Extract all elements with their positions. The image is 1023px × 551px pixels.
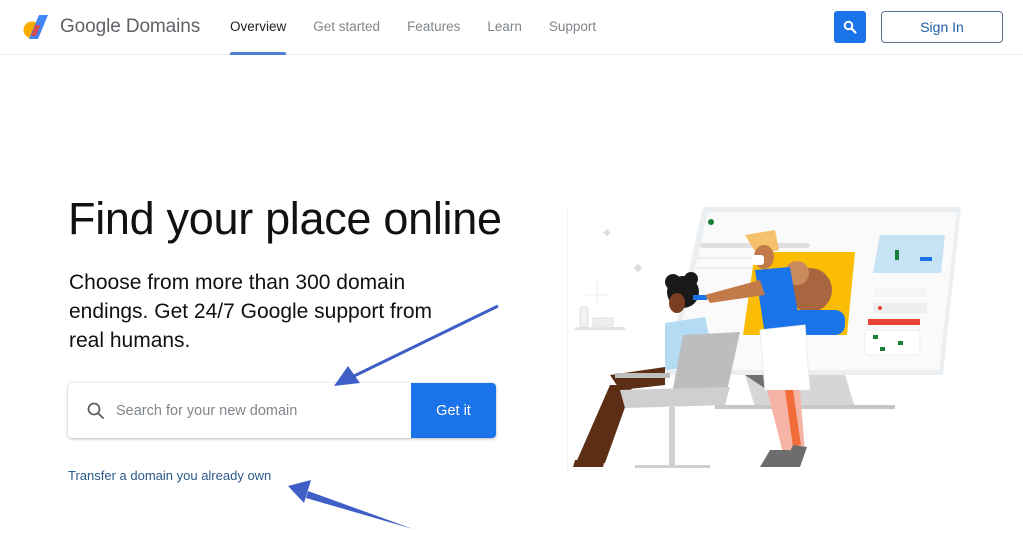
nav-get-started[interactable]: Get started xyxy=(313,0,380,55)
nav-support[interactable]: Support xyxy=(549,0,596,55)
hero-title: Find your place online xyxy=(68,193,502,244)
search-icon xyxy=(843,20,857,34)
domain-search-box: Get it xyxy=(68,383,496,438)
search-icon xyxy=(87,402,104,419)
nav-overview[interactable]: Overview xyxy=(230,0,287,55)
domain-search-input[interactable] xyxy=(116,383,406,438)
brand-name[interactable]: Google Domains xyxy=(60,16,200,38)
google-domains-logo-icon[interactable] xyxy=(22,13,52,41)
header-search-button[interactable] xyxy=(834,11,866,43)
main-nav: Overview Get started Features Learn Supp… xyxy=(230,0,623,55)
hero-subtitle: Choose from more than 300 domain endings… xyxy=(69,271,433,352)
nav-features[interactable]: Features xyxy=(407,0,460,55)
transfer-domain-link[interactable]: Transfer a domain you already own xyxy=(68,468,271,483)
sign-in-button[interactable]: Sign In xyxy=(881,11,1003,43)
get-it-button[interactable]: Get it xyxy=(411,383,496,438)
arrow-to-transfer-link xyxy=(288,480,413,529)
hero-illustration xyxy=(567,205,961,475)
nav-learn[interactable]: Learn xyxy=(487,0,522,55)
top-header: Google Domains Overview Get started Feat… xyxy=(0,0,1023,55)
